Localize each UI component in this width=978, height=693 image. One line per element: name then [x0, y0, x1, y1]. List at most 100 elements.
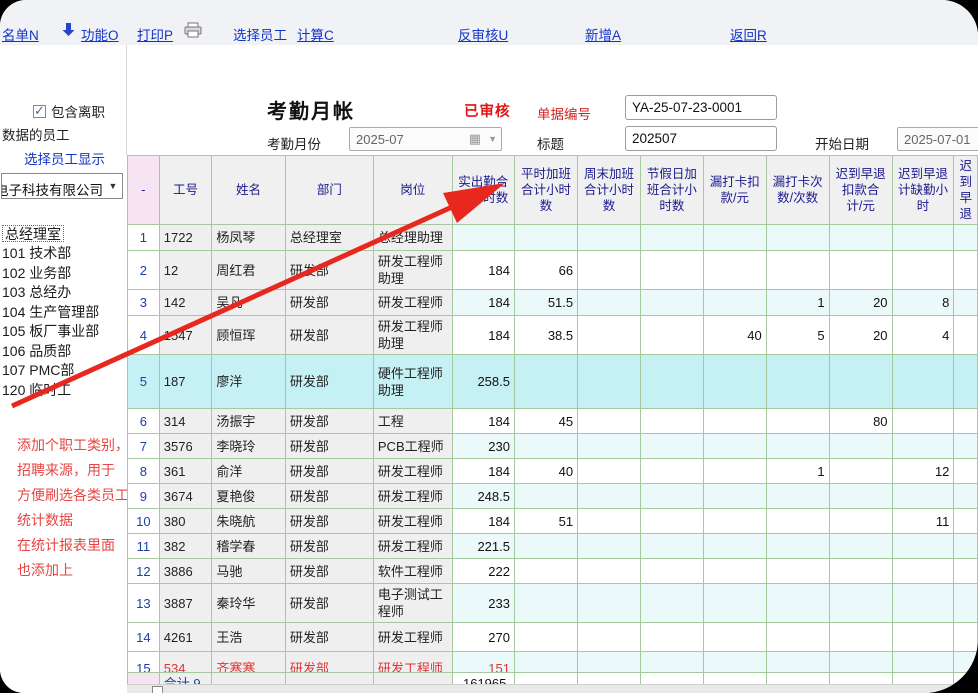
table-cell[interactable]: 汤振宇 — [212, 409, 286, 434]
table-cell[interactable] — [703, 559, 766, 584]
sidebar-item-department[interactable]: 104 生产管理部 — [2, 303, 126, 323]
column-header[interactable]: 迟到早退扣款合计/元 — [829, 156, 892, 225]
table-cell[interactable]: 12 — [892, 459, 954, 484]
table-cell[interactable]: 184 — [452, 251, 514, 290]
printer-icon[interactable] — [183, 22, 203, 43]
table-cell[interactable] — [892, 534, 954, 559]
table-cell[interactable] — [640, 509, 703, 534]
table-cell[interactable] — [703, 225, 766, 251]
menu-select-employee[interactable]: 选择员工 — [233, 24, 287, 44]
table-cell[interactable] — [640, 316, 703, 355]
table-cell[interactable] — [766, 534, 829, 559]
table-cell[interactable] — [954, 484, 978, 509]
table-cell[interactable]: 142 — [159, 290, 212, 316]
table-cell[interactable] — [578, 409, 641, 434]
table-cell[interactable] — [829, 559, 892, 584]
table-cell[interactable]: 151 — [452, 652, 514, 673]
table-cell[interactable] — [954, 509, 978, 534]
table-cell[interactable] — [829, 225, 892, 251]
table-cell[interactable]: 4 — [128, 316, 160, 355]
table-cell[interactable]: 380 — [159, 509, 212, 534]
table-cell[interactable] — [514, 355, 577, 409]
table-cell[interactable]: 38.5 — [514, 316, 577, 355]
select-employee-display-link[interactable]: 选择员工显示 — [24, 148, 105, 168]
table-cell[interactable]: 研发部 — [285, 290, 373, 316]
table-cell[interactable] — [954, 251, 978, 290]
table-cell[interactable]: 361 — [159, 459, 212, 484]
table-cell[interactable] — [829, 484, 892, 509]
table-cell[interactable]: 马驰 — [212, 559, 286, 584]
table-cell[interactable]: 工程 — [373, 409, 452, 434]
table-cell[interactable] — [892, 355, 954, 409]
menu-functions[interactable]: 功能O — [81, 24, 119, 44]
table-cell[interactable] — [954, 355, 978, 409]
table-cell[interactable] — [640, 225, 703, 251]
table-cell[interactable]: 周红君 — [212, 251, 286, 290]
table-cell[interactable] — [640, 355, 703, 409]
table-cell[interactable]: 80 — [829, 409, 892, 434]
table-cell[interactable] — [766, 652, 829, 673]
table-cell[interactable]: 齐寒寒 — [212, 652, 286, 673]
sidebar-item-department[interactable]: 103 总经办 — [2, 283, 126, 303]
table-cell[interactable] — [829, 509, 892, 534]
table-cell[interactable] — [514, 559, 577, 584]
table-cell[interactable]: 研发部 — [285, 509, 373, 534]
table-cell[interactable]: 研发工程师 — [373, 484, 452, 509]
column-header[interactable]: 周末加班合计小时数 — [578, 156, 641, 225]
table-cell[interactable]: 俞洋 — [212, 459, 286, 484]
table-cell[interactable]: 270 — [452, 623, 514, 652]
table-cell[interactable] — [578, 559, 641, 584]
table-cell[interactable] — [703, 584, 766, 623]
title-input[interactable] — [625, 126, 777, 151]
table-cell[interactable] — [766, 484, 829, 509]
table-cell[interactable] — [703, 652, 766, 673]
table-cell[interactable]: 顾恒珲 — [212, 316, 286, 355]
table-cell[interactable]: 11 — [892, 509, 954, 534]
table-cell[interactable]: 184 — [452, 316, 514, 355]
table-cell[interactable] — [514, 652, 577, 673]
table-cell[interactable] — [954, 225, 978, 251]
table-cell[interactable] — [703, 459, 766, 484]
table-cell[interactable] — [892, 251, 954, 290]
table-cell[interactable] — [578, 509, 641, 534]
table-cell[interactable]: 40 — [703, 316, 766, 355]
table-cell[interactable]: 1 — [128, 225, 160, 251]
table-cell[interactable] — [954, 316, 978, 355]
chevron-down-icon[interactable]: ▼ — [104, 174, 122, 198]
table-cell[interactable]: 杨凤琴 — [212, 225, 286, 251]
table-cell[interactable]: 230 — [452, 434, 514, 459]
table-cell[interactable]: PCB工程师 — [373, 434, 452, 459]
column-header[interactable]: 漏打卡次数/次数 — [766, 156, 829, 225]
table-cell[interactable] — [514, 225, 577, 251]
table-cell[interactable] — [954, 409, 978, 434]
table-cell[interactable] — [766, 355, 829, 409]
table-cell[interactable] — [578, 584, 641, 623]
table-cell[interactable] — [640, 484, 703, 509]
sidebar-item-department[interactable]: 120 临时工 — [2, 381, 126, 401]
table-cell[interactable] — [829, 459, 892, 484]
table-cell[interactable] — [829, 434, 892, 459]
table-cell[interactable]: 李晓玲 — [212, 434, 286, 459]
table-cell[interactable]: 1722 — [159, 225, 212, 251]
table-cell[interactable]: 8 — [892, 290, 954, 316]
table-cell[interactable]: 4261 — [159, 623, 212, 652]
sidebar-item-department[interactable]: 105 板厂事业部 — [2, 322, 126, 342]
table-cell[interactable] — [766, 584, 829, 623]
table-cell[interactable]: 研发工程师 — [373, 534, 452, 559]
table-cell[interactable] — [954, 534, 978, 559]
table-cell[interactable] — [514, 434, 577, 459]
table-cell[interactable]: 45 — [514, 409, 577, 434]
column-header[interactable]: 实出勤合计小时数 — [452, 156, 514, 225]
table-cell[interactable] — [703, 434, 766, 459]
table-cell[interactable] — [640, 559, 703, 584]
column-header[interactable]: 节假日加班合计小时数 — [640, 156, 703, 225]
calendar-icon[interactable]: ▦ — [469, 131, 481, 147]
table-cell[interactable] — [954, 434, 978, 459]
table-cell[interactable]: 10 — [128, 509, 160, 534]
table-cell[interactable] — [703, 409, 766, 434]
sidebar-item-department[interactable]: 102 业务部 — [2, 264, 126, 284]
table-cell[interactable]: 12 — [159, 251, 212, 290]
column-header[interactable]: 平时加班合计小时数 — [514, 156, 577, 225]
column-header[interactable]: 部门 — [285, 156, 373, 225]
table-cell[interactable]: 14 — [128, 623, 160, 652]
